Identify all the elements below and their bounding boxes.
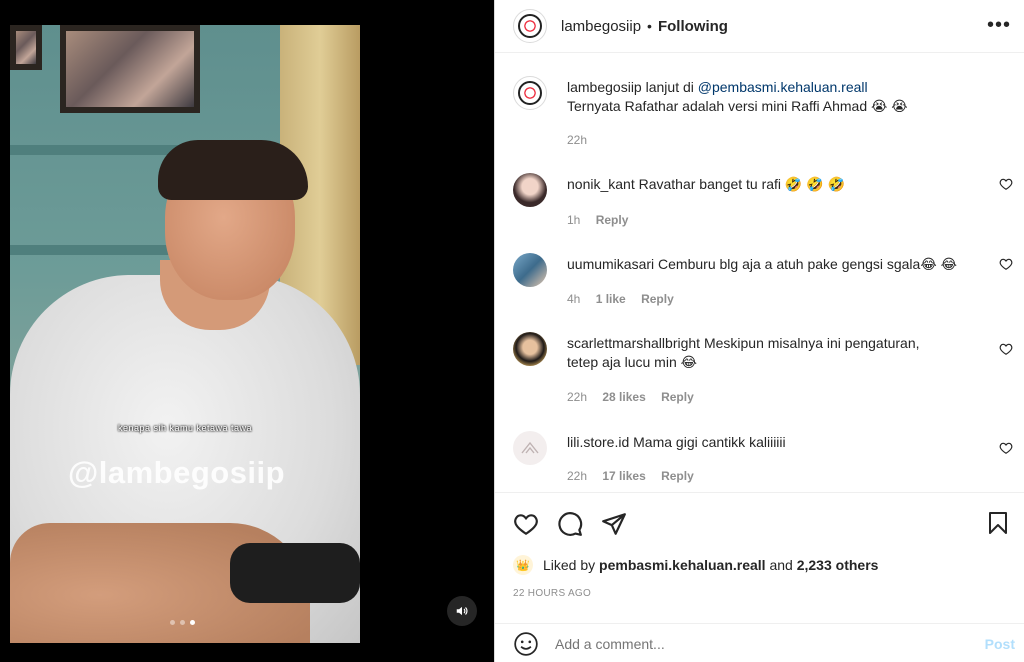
reply-button[interactable]: Reply [596,213,629,227]
comment-text: lili.store.id Mama gigi cantikk kaliiiii… [567,433,967,452]
video-subtitle: kenapa sih kamu ketawa tawa [117,423,253,433]
commenter-avatar[interactable] [513,173,547,207]
commenter-avatar[interactable] [513,253,547,287]
comment-body: Ravathar banget tu rafi 🤣 🤣 🤣 [638,176,845,192]
reply-button[interactable]: Reply [641,292,674,306]
like-comment-heart-icon[interactable] [999,342,1013,356]
comment-likes[interactable]: 17 likes [602,469,645,483]
commenter-username[interactable]: nonik_kant [567,176,635,192]
video-watermark: @lambegosiip [68,455,286,490]
lambegosiip-logo-icon [518,14,542,38]
comment-time[interactable]: 22h [567,390,587,404]
comment-text: nonik_kant Ravathar banget tu rafi 🤣 🤣 🤣 [567,175,967,194]
like-comment-heart-icon[interactable] [999,257,1013,271]
like-comment-heart-icon[interactable] [999,177,1013,191]
media-panel: kenapa sih kamu ketawa tawa @lambegosiip [0,0,494,662]
author-avatar[interactable] [513,76,547,110]
header-separator: • [647,18,652,34]
carousel-dot [170,620,175,625]
liked-by-row: 👑 Liked by pembasmi.kehaluan.reall and 2… [513,555,878,575]
author-avatar[interactable] [513,9,547,43]
speaker-icon [456,606,468,616]
comment-time[interactable]: 4h [567,292,580,306]
add-comment-bar: Post [495,623,1024,662]
comment-text: uumumikasari Cemburu blg aja a atuh pake… [567,255,967,274]
liked-by-and: and [769,557,793,573]
comment-body-line2: tetep aja lucu min 😂 [567,354,697,370]
caption-line2: Ternyata Rafathar adalah versi mini Raff… [567,98,908,114]
sound-toggle-button[interactable] [447,596,477,626]
comment-body: Meskipun misalnya ini pengaturan, [703,335,920,351]
caption-mention-link[interactable]: @pembasmi.kehaluan.reall [698,79,868,95]
liked-by-others-link[interactable]: 2,233 others [797,557,879,573]
liked-by-user-link[interactable]: pembasmi.kehaluan.reall [599,557,766,573]
following-button[interactable]: Following [658,18,728,35]
comment-bubble-icon[interactable] [557,511,583,537]
comment-meta: 1h Reply [567,213,628,227]
commenter-avatar[interactable] [513,332,547,366]
lambegosiip-logo-icon [518,81,542,105]
comments-list[interactable]: lambegosiip lanjut di @pembasmi.kehaluan… [495,54,1024,492]
comment-meta: 4h 1 like Reply [567,292,674,306]
caption-text-before: lanjut di [645,79,694,95]
post-timestamp[interactable]: 22 HOURS AGO [513,588,591,599]
comment-meta: 22h 28 likes Reply [567,390,694,404]
like-heart-icon[interactable] [513,511,539,537]
post-comment-button[interactable]: Post [985,636,1015,652]
wall-photo-frame [10,25,42,70]
wall-photo-frame [60,25,200,113]
post-video[interactable]: kenapa sih kamu ketawa tawa @lambegosiip [10,25,360,643]
more-options-icon[interactable]: ••• [987,14,1011,37]
comment-body: Mama gigi cantikk kaliiiiii [633,434,786,450]
caption-meta: 22h [567,133,599,147]
action-icons [513,511,627,537]
comment-body: Cemburu blg aja a atuh pake gengsi sgala… [658,256,957,272]
carousel-indicator [170,620,195,625]
comment-time[interactable]: 1h [567,213,580,227]
comment-likes[interactable]: 1 like [596,292,626,306]
liked-by-prefix: Liked by [543,557,596,573]
comment-time[interactable]: 22h [567,469,587,483]
liker-avatar[interactable]: 👑 [513,555,533,575]
person-hair [158,140,308,200]
caption-time[interactable]: 22h [567,133,587,147]
caption-username[interactable]: lambegosiip [567,79,642,95]
author-username[interactable]: lambegosiip [561,18,641,35]
commenter-avatar[interactable] [513,431,547,465]
commenter-username[interactable]: lili.store.id [567,434,629,450]
commenter-username[interactable]: scarlettmarshallbright [567,335,700,351]
reply-button[interactable]: Reply [661,390,694,404]
post-header: lambegosiip • Following ••• [495,0,1024,53]
reply-button[interactable]: Reply [661,469,694,483]
person-shorts [230,543,360,603]
store-logo-icon [521,441,539,454]
post-side-panel: lambegosiip • Following ••• lambegosiip … [494,0,1024,662]
instagram-post-modal: kenapa sih kamu ketawa tawa @lambegosiip… [0,0,1024,662]
carousel-dot-active [190,620,195,625]
save-bookmark-icon[interactable] [987,511,1009,535]
emoji-smile-icon[interactable] [513,631,539,657]
like-comment-heart-icon[interactable] [999,441,1013,455]
comment-likes[interactable]: 28 likes [602,390,645,404]
add-comment-input[interactable] [555,635,955,652]
share-paper-plane-icon[interactable] [601,511,627,537]
caption-text: lambegosiip lanjut di @pembasmi.kehaluan… [567,78,967,116]
carousel-dot [180,620,185,625]
comment-text: scarlettmarshallbright Meskipun misalnya… [567,334,967,372]
post-actions: 👑 Liked by pembasmi.kehaluan.reall and 2… [495,492,1024,656]
comment-meta: 22h 17 likes Reply [567,469,694,483]
commenter-username[interactable]: uumumikasari [567,256,654,272]
